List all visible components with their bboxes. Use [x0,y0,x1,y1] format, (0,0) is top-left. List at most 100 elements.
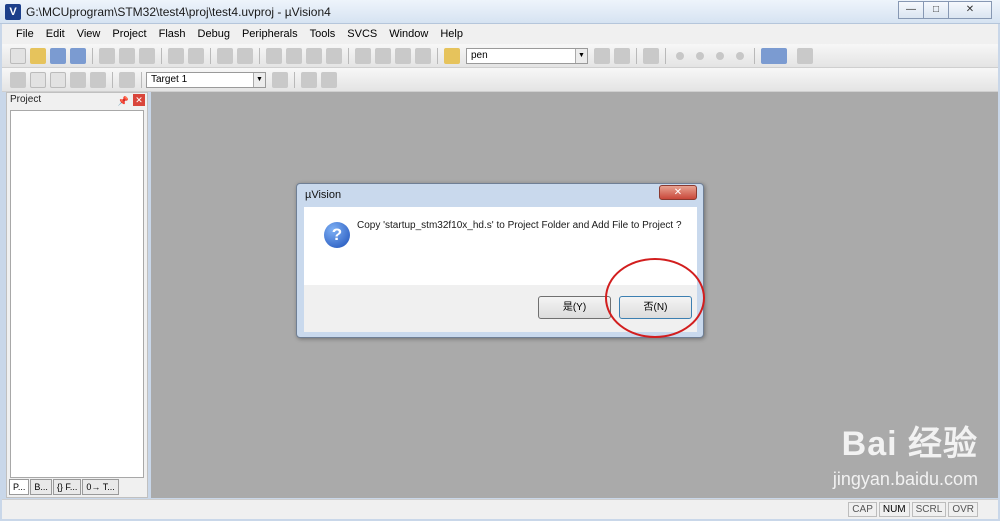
target-select[interactable]: Target 1 ▼ [146,71,266,88]
indent-icon[interactable] [355,47,371,64]
undo-icon[interactable] [168,47,184,64]
separator [112,71,113,88]
separator [141,71,142,88]
overwrite-indicator: OVR [948,502,978,517]
stop-build-icon[interactable] [90,71,106,88]
chevron-down-icon[interactable]: ▼ [253,72,265,87]
separator [636,47,637,64]
clear-bookmarks-icon[interactable] [326,47,342,64]
rebuild-icon[interactable] [50,71,66,88]
watermark: Bai 经验 jingyan.baidu.com [833,416,978,490]
paste-icon[interactable] [139,47,155,64]
watermark-logo: Bai 经验 [841,425,978,463]
find-icon[interactable] [594,47,610,64]
find-combo-value: pen [471,50,488,61]
comment-icon[interactable] [395,47,411,64]
new-file-icon[interactable] [10,47,26,64]
uncomment-icon[interactable] [415,47,431,64]
question-icon: ? [324,222,350,248]
redo-icon[interactable] [188,47,204,64]
menu-file[interactable]: File [10,28,40,40]
batch-build-icon[interactable] [70,71,86,88]
breakpoint-icon[interactable] [696,51,704,60]
separator [754,47,755,64]
window-controls: — □ ✕ [898,1,992,19]
project-pane-title: Project [10,94,42,105]
scroll-lock-indicator: SCRL [911,502,947,517]
bookmark-icon[interactable] [266,47,282,64]
find-combo[interactable]: pen ▼ [466,47,588,64]
menu-peripherals[interactable]: Peripherals [236,28,304,40]
watermark-url: jingyan.baidu.com [832,469,978,489]
title-bar: V G:\MCUprogram\STM32\test4\proj\test4.u… [0,0,1000,24]
menu-bar: File Edit View Project Flash Debug Perip… [2,24,998,44]
separator [665,47,666,64]
search-icon[interactable] [643,47,659,64]
separator [437,47,438,64]
debug-start-icon[interactable] [676,51,684,60]
cut-icon[interactable] [99,47,115,64]
configure-icon[interactable] [797,47,813,64]
target-options-icon[interactable] [272,71,288,88]
tab-project[interactable]: P... [9,479,30,495]
caps-lock-indicator: CAP [848,502,877,517]
project-tree[interactable] [10,110,144,478]
separator [92,47,93,64]
open-file-icon[interactable] [30,47,46,64]
separator [161,47,162,64]
status-indicators: CAP NUM SCRL OVR [846,502,978,517]
tab-templates[interactable]: 0→ T... [82,479,119,495]
unindent-icon[interactable] [375,47,391,64]
menu-edit[interactable]: Edit [40,28,71,40]
build-icon[interactable] [30,71,46,88]
separator [294,71,295,88]
menu-debug[interactable]: Debug [192,28,236,40]
close-button[interactable]: ✕ [948,1,992,19]
separator [348,47,349,64]
window-title: G:\MCUprogram\STM32\test4\proj\test4.uvp… [26,5,331,19]
prev-bookmark-icon[interactable] [286,47,302,64]
translate-icon[interactable] [10,71,26,88]
dialog-close-button[interactable]: ✕ [659,185,697,200]
copy-icon[interactable] [119,47,135,64]
target-select-value: Target 1 [151,74,188,85]
yes-button[interactable]: 是(Y) [538,296,611,319]
tab-books[interactable]: B... [30,479,52,495]
status-bar: CAP NUM SCRL OVR [2,499,998,519]
separator [259,47,260,64]
menu-window[interactable]: Window [383,28,434,40]
menu-svcs[interactable]: SVCS [341,28,383,40]
close-pane-icon[interactable]: ✕ [133,94,145,106]
menu-tools[interactable]: Tools [304,28,342,40]
next-bookmark-icon[interactable] [306,47,322,64]
manage-components-icon[interactable] [321,71,337,88]
incremental-find-icon[interactable] [614,47,630,64]
maximize-button[interactable]: □ [923,1,949,19]
file-extensions-icon[interactable] [301,71,317,88]
kill-breakpoints-icon[interactable] [736,51,744,60]
menu-flash[interactable]: Flash [153,28,192,40]
app-icon: V [5,4,21,20]
find-in-files-icon[interactable] [444,47,460,64]
minimize-button[interactable]: — [898,1,924,19]
pin-icon[interactable]: 📌 [118,94,129,108]
save-icon[interactable] [50,47,66,64]
main-toolbar: pen ▼ [2,44,998,68]
window-layout-icon[interactable] [761,47,787,64]
tab-functions[interactable]: {} F... [52,479,82,495]
menu-project[interactable]: Project [106,28,152,40]
chevron-down-icon[interactable]: ▼ [575,48,587,63]
download-icon[interactable] [119,71,135,88]
dialog-message: Copy 'startup_stm32f10x_hd.s' to Project… [357,220,682,231]
dialog-title: µVision [305,189,342,201]
project-pane-tabs: P... B... {} F... 0→ T... [9,479,120,495]
menu-help[interactable]: Help [434,28,469,40]
back-icon[interactable] [217,47,233,64]
menu-view[interactable]: View [71,28,107,40]
disable-breakpoint-icon[interactable] [716,51,724,60]
save-all-icon[interactable] [70,47,86,64]
annotation-circle [605,258,705,338]
num-lock-indicator: NUM [878,502,910,517]
forward-icon[interactable] [237,47,253,64]
project-pane-header: Project 📌 ✕ [7,93,147,107]
